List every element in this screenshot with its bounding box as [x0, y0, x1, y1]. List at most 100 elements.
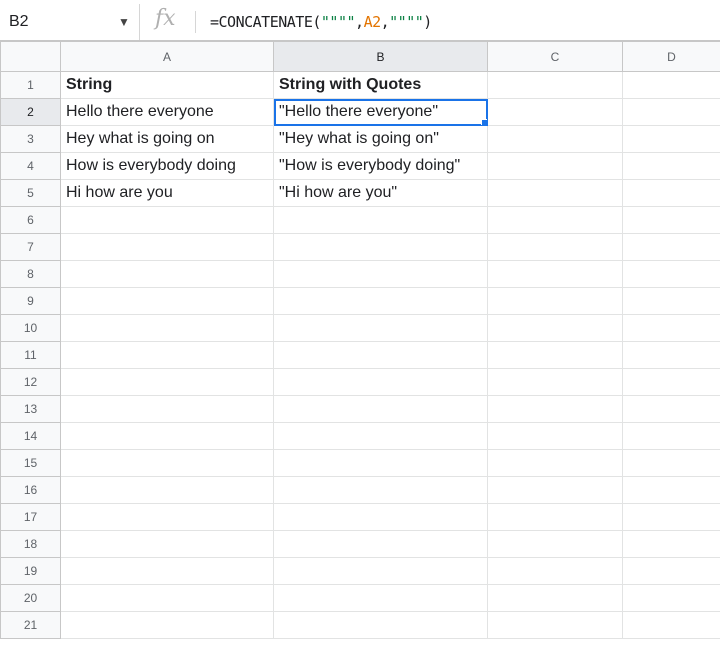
cell-d4[interactable] — [622, 152, 720, 180]
cell[interactable] — [487, 206, 623, 234]
cell-a3[interactable]: Hey what is going on — [60, 125, 274, 153]
cell[interactable] — [487, 287, 623, 315]
row-header[interactable]: 21 — [0, 611, 61, 639]
cell-b3[interactable]: "Hey what is going on" — [273, 125, 488, 153]
row-header[interactable]: 18 — [0, 530, 61, 558]
cell[interactable] — [60, 314, 274, 342]
row-header[interactable]: 15 — [0, 449, 61, 477]
cell[interactable] — [487, 476, 623, 504]
cell[interactable] — [273, 260, 488, 288]
cell[interactable] — [273, 287, 488, 315]
cell-b5[interactable]: "Hi how are you" — [273, 179, 488, 207]
cell[interactable] — [60, 476, 274, 504]
cell[interactable] — [622, 395, 720, 423]
column-header-c[interactable]: C — [487, 41, 623, 72]
cell[interactable] — [622, 611, 720, 639]
cell-b2[interactable]: "Hello there everyone" — [273, 98, 488, 126]
cell-c3[interactable] — [487, 125, 623, 153]
cell[interactable] — [487, 503, 623, 531]
cell[interactable] — [60, 341, 274, 369]
cell[interactable] — [622, 233, 720, 261]
row-header[interactable]: 20 — [0, 584, 61, 612]
formula-input[interactable]: =CONCATENATE("""",A2,"""") — [210, 13, 432, 31]
cell-d1[interactable] — [622, 71, 720, 99]
cell[interactable] — [487, 395, 623, 423]
cell[interactable] — [622, 260, 720, 288]
row-header[interactable]: 19 — [0, 557, 61, 585]
column-header-b[interactable]: B — [273, 41, 488, 72]
cell[interactable] — [60, 422, 274, 450]
cell[interactable] — [622, 530, 720, 558]
cell[interactable] — [273, 341, 488, 369]
cell[interactable] — [487, 260, 623, 288]
cell[interactable] — [273, 233, 488, 261]
cell[interactable] — [273, 422, 488, 450]
cell[interactable] — [487, 314, 623, 342]
cell[interactable] — [273, 476, 488, 504]
cell[interactable] — [487, 422, 623, 450]
row-header[interactable]: 13 — [0, 395, 61, 423]
cell-d2[interactable] — [622, 98, 720, 126]
cell-c4[interactable] — [487, 152, 623, 180]
cell[interactable] — [60, 368, 274, 396]
row-header[interactable]: 14 — [0, 422, 61, 450]
fill-handle[interactable] — [481, 119, 487, 125]
cell[interactable] — [273, 314, 488, 342]
cell[interactable] — [273, 395, 488, 423]
row-header[interactable]: 10 — [0, 314, 61, 342]
cell[interactable] — [60, 395, 274, 423]
cell[interactable] — [622, 503, 720, 531]
cell[interactable] — [273, 611, 488, 639]
cell[interactable] — [487, 449, 623, 477]
cell[interactable] — [487, 530, 623, 558]
cell[interactable] — [60, 260, 274, 288]
name-box[interactable]: B2 ▼ — [0, 4, 140, 40]
cell[interactable] — [487, 341, 623, 369]
cell[interactable] — [622, 341, 720, 369]
cell[interactable] — [60, 557, 274, 585]
cell[interactable] — [487, 584, 623, 612]
row-header[interactable]: 11 — [0, 341, 61, 369]
cell[interactable] — [622, 287, 720, 315]
cell[interactable] — [622, 314, 720, 342]
cell[interactable] — [622, 557, 720, 585]
caret-down-icon[interactable]: ▼ — [118, 15, 130, 29]
row-header[interactable]: 2 — [0, 98, 61, 126]
cell-a1[interactable]: String — [60, 71, 274, 99]
cell[interactable] — [273, 530, 488, 558]
cell-b4[interactable]: "How is everybody doing" — [273, 152, 488, 180]
cell[interactable] — [622, 476, 720, 504]
cell[interactable] — [622, 449, 720, 477]
cell[interactable] — [60, 287, 274, 315]
cell[interactable] — [60, 503, 274, 531]
cell[interactable] — [60, 449, 274, 477]
cell[interactable] — [60, 584, 274, 612]
row-header[interactable]: 3 — [0, 125, 61, 153]
cell[interactable] — [622, 206, 720, 234]
cell-d3[interactable] — [622, 125, 720, 153]
row-header[interactable]: 17 — [0, 503, 61, 531]
select-all-corner[interactable] — [0, 41, 61, 72]
column-header-a[interactable]: A — [60, 41, 274, 72]
cell[interactable] — [273, 557, 488, 585]
cell[interactable] — [487, 557, 623, 585]
cell[interactable] — [60, 206, 274, 234]
cell[interactable] — [273, 206, 488, 234]
row-header[interactable]: 16 — [0, 476, 61, 504]
row-header[interactable]: 5 — [0, 179, 61, 207]
cell-c2[interactable] — [487, 98, 623, 126]
row-header[interactable]: 4 — [0, 152, 61, 180]
cell[interactable] — [60, 530, 274, 558]
cell[interactable] — [273, 368, 488, 396]
cell-c5[interactable] — [487, 179, 623, 207]
cell-c1[interactable] — [487, 71, 623, 99]
cell[interactable] — [60, 233, 274, 261]
cell[interactable] — [273, 584, 488, 612]
cell[interactable] — [487, 611, 623, 639]
cell[interactable] — [622, 368, 720, 396]
row-header[interactable]: 8 — [0, 260, 61, 288]
row-header[interactable]: 12 — [0, 368, 61, 396]
cell-a2[interactable]: Hello there everyone — [60, 98, 274, 126]
row-header[interactable]: 1 — [0, 71, 61, 99]
cell[interactable] — [60, 611, 274, 639]
